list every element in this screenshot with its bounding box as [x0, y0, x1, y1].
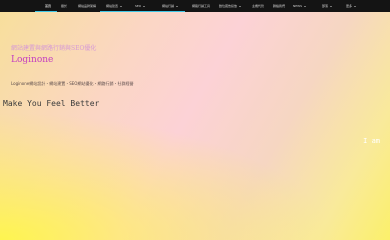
nav-item-label: NEWS [293, 4, 303, 8]
nav-item-label: 網站建置 [106, 4, 119, 8]
chevron-down-icon [143, 5, 146, 7]
site-title: 網站建置與網路行銷與SEO優化 [11, 45, 97, 52]
chevron-down-icon [239, 5, 242, 7]
typing-text: I am [363, 137, 380, 145]
chevron-down-icon [330, 5, 333, 7]
nav-item-label: 數位廣告投放 [219, 4, 238, 8]
nav-item-more[interactable]: 更多 [346, 0, 357, 12]
nav-item-contact[interactable]: 聯絡我們 [273, 0, 285, 12]
nav-item-label: SEO [135, 4, 142, 8]
nav-item-brand[interactable]: 網站品牌架構 [78, 0, 96, 12]
nav-active-indicator-home [35, 11, 57, 12]
nav-item-label: 網站行銷 [162, 4, 175, 8]
nav-item-label: 主機代管 [252, 4, 265, 8]
nav-item-label: 關於 [61, 4, 68, 8]
nav-active-indicator-hover [100, 11, 185, 12]
site-logo[interactable]: Loginone [11, 55, 53, 65]
chevron-down-icon [176, 5, 179, 7]
site-tagline: Loginone網站設計・網站建置・SEO網站優化・網路行銷・社群經營 [11, 81, 134, 86]
nav-item-hosting[interactable]: 主機代管 [252, 0, 264, 12]
nav-item-label: 網路行銷工具 [192, 4, 211, 8]
nav-item-news[interactable]: NEWS [293, 0, 307, 12]
nav-item-blog[interactable]: 部落 [322, 0, 333, 12]
nav-item-about[interactable]: 關於 [61, 0, 67, 12]
nav-item-label: 首頁 [45, 4, 52, 8]
hero-section: 網站建置與網路行銷與SEO優化 Loginone Loginone網站設計・網站… [0, 0, 390, 240]
top-navigation-bar: 首頁 關於 網站品牌架構 網站建置 SEO 網站行銷 網路行銷工具 數位廣告投放… [0, 0, 390, 12]
chevron-down-icon [120, 5, 123, 7]
nav-item-tools[interactable]: 網路行銷工具 [192, 0, 210, 12]
chevron-down-icon [354, 5, 357, 7]
nav-item-label: 更多 [346, 4, 353, 8]
chevron-down-icon [304, 5, 307, 7]
nav-item-ads[interactable]: 數位廣告投放 [219, 0, 242, 12]
nav-item-label: 聯絡我們 [273, 4, 286, 8]
nav-item-label: 網站品牌架構 [78, 4, 97, 8]
nav-item-label: 部落 [322, 4, 329, 8]
hero-headline: Make You Feel Better [3, 99, 100, 108]
